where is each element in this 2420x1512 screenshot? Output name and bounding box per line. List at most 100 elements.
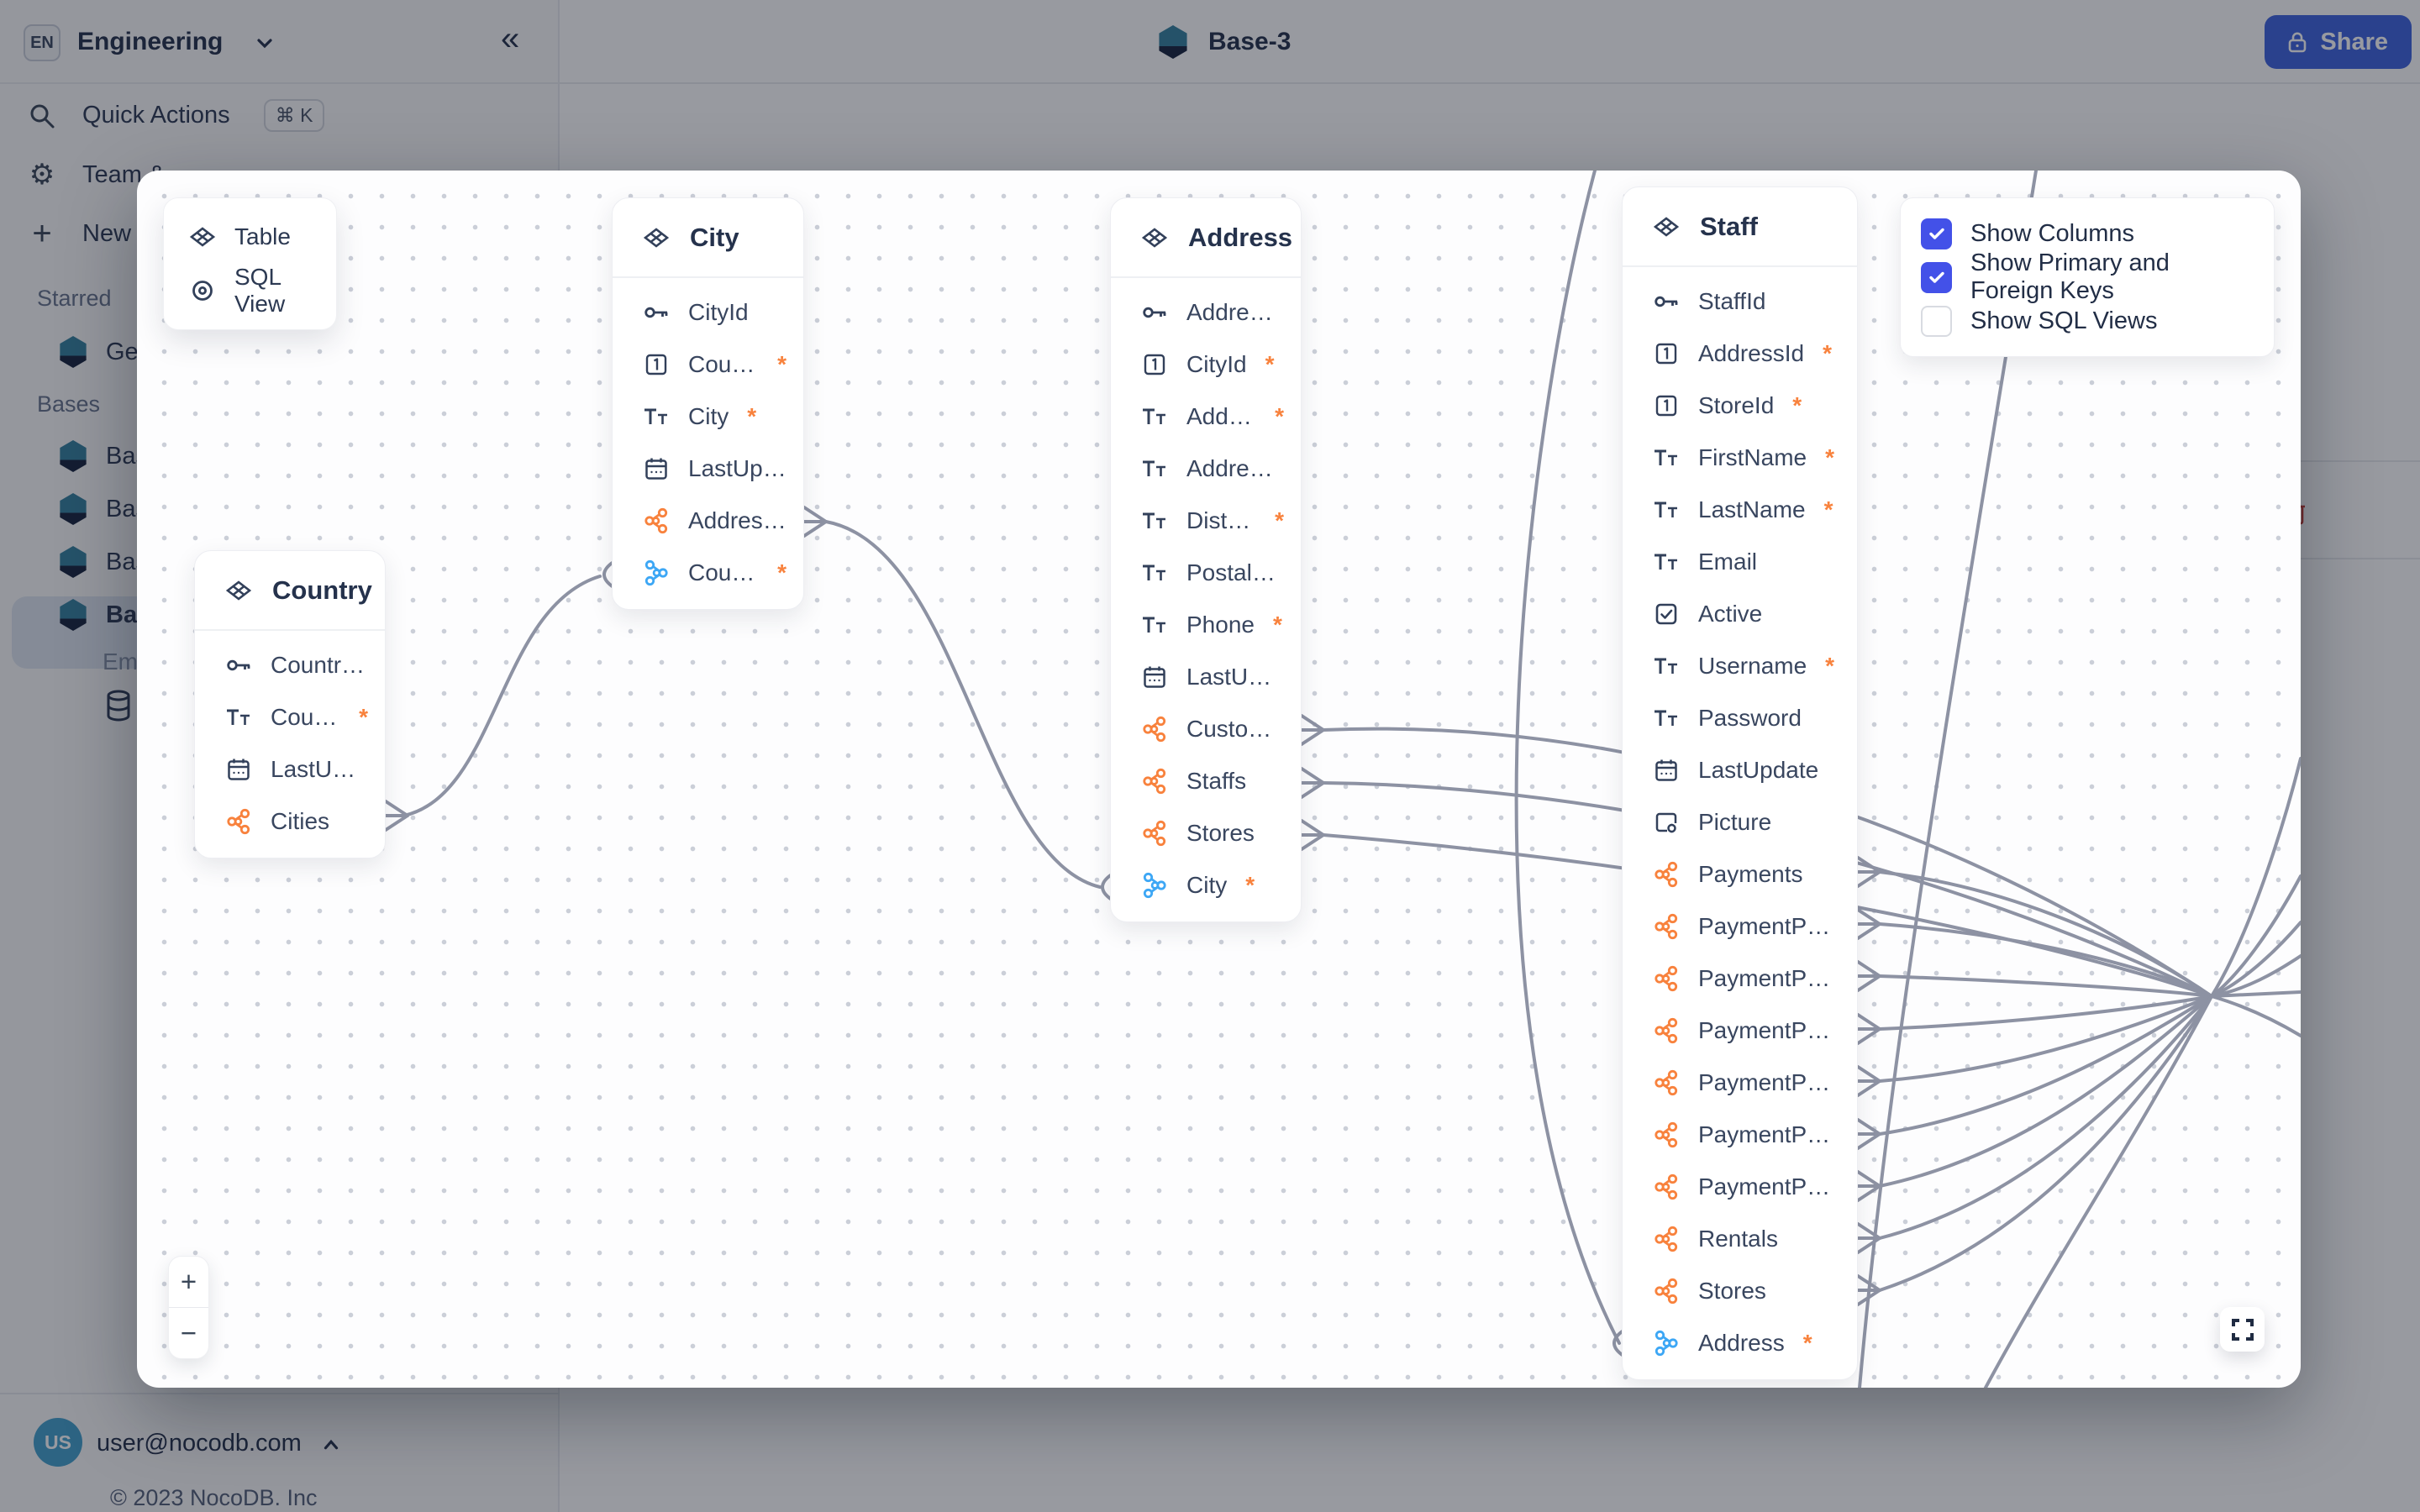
- hm-icon: [1139, 820, 1170, 847]
- erd-table-card-address[interactable]: AddressAddressIdCityId*Address*Address2D…: [1110, 197, 1302, 922]
- number-icon: [1139, 352, 1170, 377]
- column-label: LastUpdate: [1186, 664, 1284, 690]
- required-marker: *: [1245, 872, 1255, 899]
- erd-column-row: CountryId*: [613, 339, 803, 391]
- required-marker: *: [1824, 496, 1833, 523]
- erd-column-row: PaymentP200…: [1623, 1005, 1857, 1057]
- erd-column-row: Rentals: [1623, 1213, 1857, 1265]
- required-marker: *: [1825, 444, 1834, 471]
- column-label: PaymentP200…: [1698, 1121, 1840, 1148]
- checkbox-unchecked-icon[interactable]: [1921, 306, 1952, 337]
- crow-foot-marker: [1302, 769, 1323, 797]
- required-marker: *: [1275, 403, 1284, 430]
- required-marker: *: [359, 704, 368, 731]
- checkbox-checked-icon[interactable]: [1921, 218, 1952, 249]
- erd-options-panel: Show ColumnsShow Primary and Foreign Key…: [1900, 197, 2275, 357]
- relation-line: [1986, 996, 2212, 1388]
- erd-option-show-primary-and-foreign-keys[interactable]: Show Primary and Foreign Keys: [1901, 255, 2274, 299]
- zoom-in-button[interactable]: +: [169, 1257, 208, 1307]
- erd-column-row: Password: [1623, 692, 1857, 744]
- erd-table-card-city[interactable]: CityCityIdCountryId*City*LastUpdateAddre…: [612, 197, 804, 610]
- text-icon: [1651, 497, 1681, 522]
- checkbox-checked-icon[interactable]: [1921, 262, 1952, 293]
- text-icon: [224, 705, 254, 730]
- key-icon: [1651, 289, 1681, 314]
- column-label: CountryId: [688, 351, 759, 378]
- column-label: StaffId: [1698, 288, 1765, 315]
- erd-column-row: City *: [1111, 859, 1301, 911]
- required-marker: *: [1803, 1330, 1812, 1357]
- erd-column-row: PaymentP200…: [1623, 1109, 1857, 1161]
- erd-column-row: Address*: [1623, 1317, 1857, 1369]
- fullscreen-button[interactable]: [2220, 1307, 2265, 1352]
- date-icon: [1651, 758, 1681, 783]
- erd-column-row: Address*: [1111, 391, 1301, 443]
- text-icon: [1651, 654, 1681, 679]
- number-icon: [1651, 393, 1681, 418]
- text-icon: [1139, 508, 1170, 533]
- column-label: Cities: [271, 808, 329, 835]
- column-label: Addresses: [688, 507, 786, 534]
- column-label: Country: [688, 559, 759, 586]
- erd-column-row: LastName*: [1623, 484, 1857, 536]
- erd-column-row: CityId*: [1111, 339, 1301, 391]
- column-label: LastUpdate: [1698, 757, 1818, 784]
- context-menu-item-table[interactable]: Table: [164, 210, 336, 264]
- column-label: PostalCode: [1186, 559, 1284, 586]
- column-label: LastUpdate: [271, 756, 368, 783]
- column-label: City: [1186, 872, 1227, 899]
- table-card-header: Country: [195, 551, 385, 631]
- table-icon: [224, 580, 254, 601]
- key-icon: [1139, 300, 1170, 325]
- relation-line: [2212, 759, 2301, 996]
- zoom-control: + −: [168, 1256, 209, 1359]
- erd-column-row: Cities: [195, 795, 385, 848]
- menu-item-label: SQL View: [234, 264, 313, 318]
- column-label: Active: [1698, 601, 1762, 627]
- table-name: City: [690, 223, 739, 253]
- number-icon: [1651, 341, 1681, 366]
- table-card-header: Staff: [1623, 187, 1857, 267]
- erd-modal: TableSQL View CountryCountryIdCountry*La…: [137, 171, 2301, 1388]
- date-icon: [224, 757, 254, 782]
- text-icon: [1139, 404, 1170, 429]
- menu-item-label: Table: [234, 223, 291, 250]
- crow-foot-marker: [1302, 821, 1323, 849]
- column-label: PaymentP200…: [1698, 1017, 1840, 1044]
- erd-column-row: CityId: [613, 286, 803, 339]
- erd-table-card-country[interactable]: CountryCountryIdCountry*LastUpdateCities: [194, 550, 386, 858]
- bt-icon: [1651, 1330, 1681, 1357]
- zoom-out-button[interactable]: −: [169, 1308, 208, 1358]
- key-icon: [224, 653, 254, 678]
- hm-icon: [1651, 1017, 1681, 1044]
- option-label: Show SQL Views: [1970, 307, 2157, 335]
- required-marker: *: [1792, 392, 1802, 419]
- relation-line: [1880, 996, 2212, 1290]
- required-marker: *: [1825, 653, 1834, 680]
- erd-column-row: PaymentP200…: [1623, 1161, 1857, 1213]
- erd-column-row: Staffs: [1111, 755, 1301, 807]
- hm-icon: [1139, 716, 1170, 743]
- checkbox-icon: [1651, 601, 1681, 627]
- erd-table-card-staff[interactable]: StaffStaffIdAddressId*StoreId*FirstName*…: [1622, 186, 1858, 1380]
- erd-option-show-sql-views[interactable]: Show SQL Views: [1901, 299, 2274, 343]
- erd-column-row: Picture: [1623, 796, 1857, 848]
- context-menu-item-sql-view[interactable]: SQL View: [164, 264, 336, 318]
- column-label: Rentals: [1698, 1226, 1778, 1252]
- erd-column-row: District*: [1111, 495, 1301, 547]
- erd-column-row: AddressId*: [1623, 328, 1857, 380]
- bt-icon: [641, 559, 671, 586]
- required-marker: *: [747, 403, 756, 430]
- column-label: PaymentP200…: [1698, 1069, 1840, 1096]
- erd-column-row: AddressId: [1111, 286, 1301, 339]
- erd-column-row: StaffId: [1623, 276, 1857, 328]
- column-label: Custome…: [1186, 716, 1284, 743]
- erd-column-row: PostalCode: [1111, 547, 1301, 599]
- column-label: FirstName: [1698, 444, 1807, 471]
- erd-column-row: Payments: [1623, 848, 1857, 900]
- erd-column-row: PaymentP200…: [1623, 1057, 1857, 1109]
- table-name: Staff: [1700, 212, 1758, 242]
- erd-column-row: LastUpdate: [613, 443, 803, 495]
- hm-icon: [1651, 1278, 1681, 1305]
- erd-column-row: City*: [613, 391, 803, 443]
